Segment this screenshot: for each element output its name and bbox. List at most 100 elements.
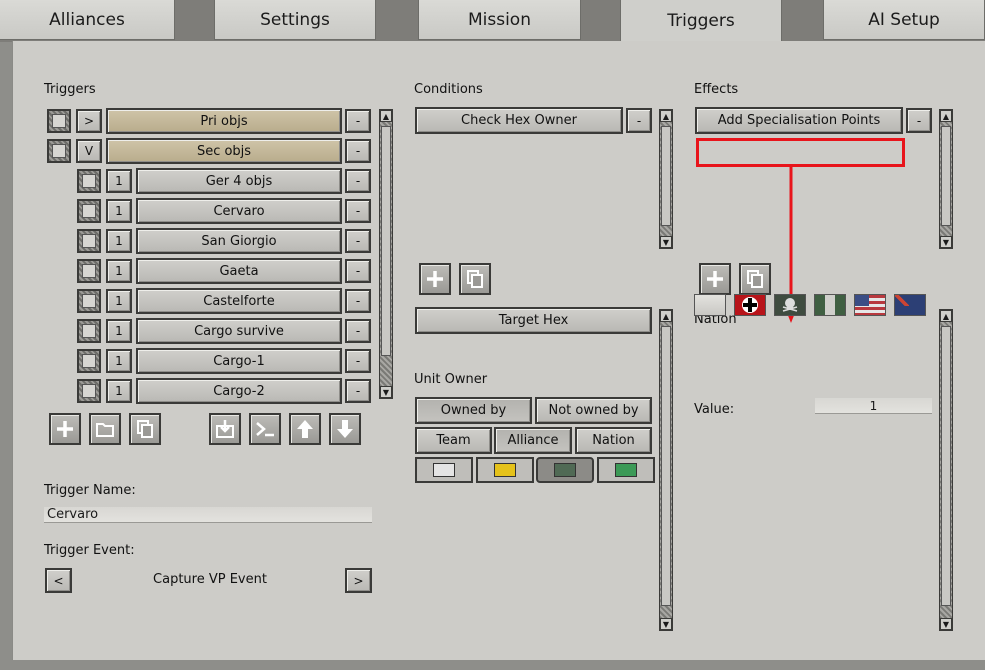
scroll-thumb[interactable] [941, 326, 951, 606]
group-expand-toggle[interactable]: V [76, 139, 102, 163]
remove-button[interactable]: - [345, 349, 371, 373]
trigger-checkbox[interactable] [77, 349, 101, 373]
trigger-item[interactable]: Cervaro [136, 198, 342, 224]
scroll-down-icon[interactable]: ▼ [380, 386, 392, 398]
event-prev-button[interactable]: < [45, 568, 72, 593]
remove-button[interactable]: - [345, 109, 371, 133]
remove-button[interactable]: - [345, 199, 371, 223]
remove-button[interactable]: - [345, 139, 371, 163]
remove-condition-button[interactable]: - [626, 108, 652, 133]
us-flag-icon[interactable] [854, 294, 886, 316]
group-checkbox[interactable] [47, 109, 71, 133]
remove-button[interactable]: - [345, 289, 371, 313]
alliance-color-swatch[interactable] [597, 457, 655, 483]
trigger-count[interactable]: 1 [106, 379, 132, 403]
effect-params-scrollbar[interactable]: ▲ ▼ [939, 309, 953, 631]
remove-button[interactable]: - [345, 169, 371, 193]
add-icon[interactable] [419, 263, 451, 295]
triggers-scrollbar[interactable]: ▲ ▼ [379, 109, 393, 399]
effect-add-specialisation-points[interactable]: Add Specialisation Points [695, 107, 903, 134]
trigger-checkbox[interactable] [77, 199, 101, 223]
trigger-count[interactable]: 1 [106, 319, 132, 343]
tab-triggers[interactable]: Triggers [620, 0, 782, 42]
trigger-group-pri-objs[interactable]: Pri objs [106, 108, 342, 134]
tab-alliances[interactable]: Alliances [0, 0, 175, 40]
group-checkbox[interactable] [47, 139, 71, 163]
remove-button[interactable]: - [345, 259, 371, 283]
arrow-down-icon[interactable] [329, 413, 361, 445]
trigger-item[interactable]: San Giorgio [136, 228, 342, 254]
skull-flag-icon[interactable] [774, 294, 806, 316]
unit-owner-scrollbar[interactable]: ▲ ▼ [659, 309, 673, 631]
remove-button[interactable]: - [345, 319, 371, 343]
tab-settings[interactable]: Settings [214, 0, 376, 40]
remove-button[interactable]: - [345, 229, 371, 253]
tab-mission[interactable]: Mission [418, 0, 581, 40]
scroll-down-icon[interactable]: ▼ [940, 618, 952, 630]
owned-by-button[interactable]: Owned by [415, 397, 532, 424]
arrow-up-icon[interactable] [289, 413, 321, 445]
add-icon[interactable] [699, 263, 731, 295]
blank-flag-icon[interactable] [694, 294, 726, 316]
tab-ai-setup[interactable]: AI Setup [823, 0, 985, 40]
trigger-item[interactable]: Castelforte [136, 288, 342, 314]
scroll-thumb[interactable] [661, 326, 671, 606]
scroll-up-icon[interactable]: ▲ [660, 310, 672, 322]
console-icon[interactable] [249, 413, 281, 445]
copy-icon[interactable] [459, 263, 491, 295]
import-icon[interactable] [209, 413, 241, 445]
trigger-count[interactable]: 1 [106, 259, 132, 283]
scroll-up-icon[interactable]: ▲ [380, 110, 392, 122]
add-icon[interactable] [49, 413, 81, 445]
alliance-color-swatch[interactable] [415, 457, 473, 483]
alliance-button[interactable]: Alliance [494, 427, 572, 454]
german-cross-flag-icon[interactable] [734, 294, 766, 316]
trigger-count[interactable]: 1 [106, 229, 132, 253]
group-collapse-toggle[interactable]: > [76, 109, 102, 133]
remove-effect-button[interactable]: - [906, 108, 932, 133]
trigger-checkbox[interactable] [77, 379, 101, 403]
trigger-item[interactable]: Cargo-1 [136, 348, 342, 374]
trigger-count[interactable]: 1 [106, 199, 132, 223]
copy-icon[interactable] [129, 413, 161, 445]
scroll-down-icon[interactable]: ▼ [660, 618, 672, 630]
target-hex-button[interactable]: Target Hex [415, 307, 652, 334]
team-button[interactable]: Team [415, 427, 492, 454]
trigger-item[interactable]: Cargo-2 [136, 378, 342, 404]
nation-button[interactable]: Nation [575, 427, 652, 454]
copy-icon[interactable] [739, 263, 771, 295]
trigger-checkbox[interactable] [77, 169, 101, 193]
effects-scrollbar[interactable]: ▲ ▼ [939, 109, 953, 249]
trigger-checkbox[interactable] [77, 319, 101, 343]
trigger-item[interactable]: Ger 4 objs [136, 168, 342, 194]
alliance-color-swatch[interactable] [476, 457, 534, 483]
trigger-count[interactable]: 1 [106, 169, 132, 193]
value-input[interactable]: 1 [815, 398, 932, 414]
new-zealand-flag-icon[interactable] [894, 294, 926, 316]
scroll-down-icon[interactable]: ▼ [940, 236, 952, 248]
scroll-thumb[interactable] [941, 126, 951, 226]
trigger-count[interactable]: 1 [106, 289, 132, 313]
trigger-group-sec-objs[interactable]: Sec objs [106, 138, 342, 164]
scroll-thumb[interactable] [381, 126, 391, 356]
conditions-scrollbar[interactable]: ▲ ▼ [659, 109, 673, 249]
trigger-item[interactable]: Gaeta [136, 258, 342, 284]
trigger-checkbox[interactable] [77, 259, 101, 283]
italian-flag-icon[interactable] [814, 294, 846, 316]
event-next-button[interactable]: > [345, 568, 372, 593]
alliance-color-swatch[interactable] [536, 457, 594, 483]
trigger-checkbox[interactable] [77, 289, 101, 313]
not-owned-by-button[interactable]: Not owned by [535, 397, 652, 424]
trigger-item[interactable]: Cargo survive [136, 318, 342, 344]
trigger-count[interactable]: 1 [106, 349, 132, 373]
scroll-up-icon[interactable]: ▲ [940, 110, 952, 122]
trigger-name-input[interactable]: Cervaro [44, 507, 372, 523]
scroll-down-icon[interactable]: ▼ [660, 236, 672, 248]
trigger-checkbox[interactable] [77, 229, 101, 253]
scroll-thumb[interactable] [661, 126, 671, 226]
remove-button[interactable]: - [345, 379, 371, 403]
scroll-up-icon[interactable]: ▲ [940, 310, 952, 322]
scroll-up-icon[interactable]: ▲ [660, 110, 672, 122]
condition-check-hex-owner[interactable]: Check Hex Owner [415, 107, 623, 134]
folder-icon[interactable] [89, 413, 121, 445]
